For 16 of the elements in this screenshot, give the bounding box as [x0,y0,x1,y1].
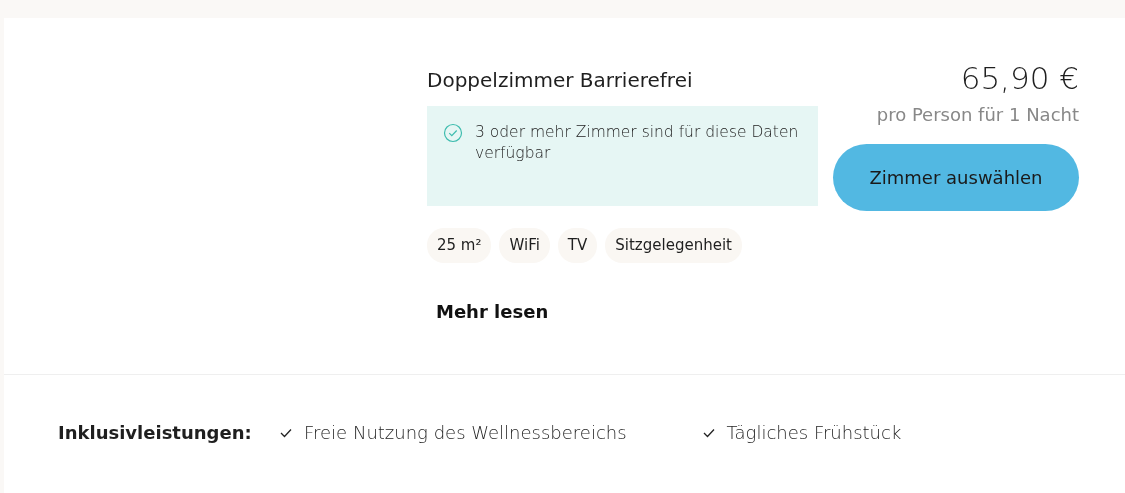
feature-tag: Sitzgelegenheit [605,228,742,263]
check-icon [702,427,715,438]
price-note: pro Person für 1 Nacht [875,103,1079,128]
select-room-button[interactable]: Zimmer auswählen [833,144,1079,212]
feature-tag: 25 m² [427,228,492,263]
feature-tag: TV [557,228,598,263]
check-circle-icon [443,123,463,143]
availability-text: 3 oder mehr Zimmer sind für diese Daten verfügbar [475,122,800,164]
inclusive-item: Tägliches Frühstück [726,421,902,445]
inclusive-label: Inklusivleistungen: [57,421,253,445]
check-icon [280,427,292,438]
room-title: Doppelzimmer Barrierefrei [427,68,694,92]
price: 65,90 € [959,60,1079,98]
feature-tag: WiFi [499,228,550,263]
read-more-link[interactable]: Mehr lesen [436,297,549,325]
inclusive-item: Freie Nutzung des Wellnessbereichs [304,421,627,445]
